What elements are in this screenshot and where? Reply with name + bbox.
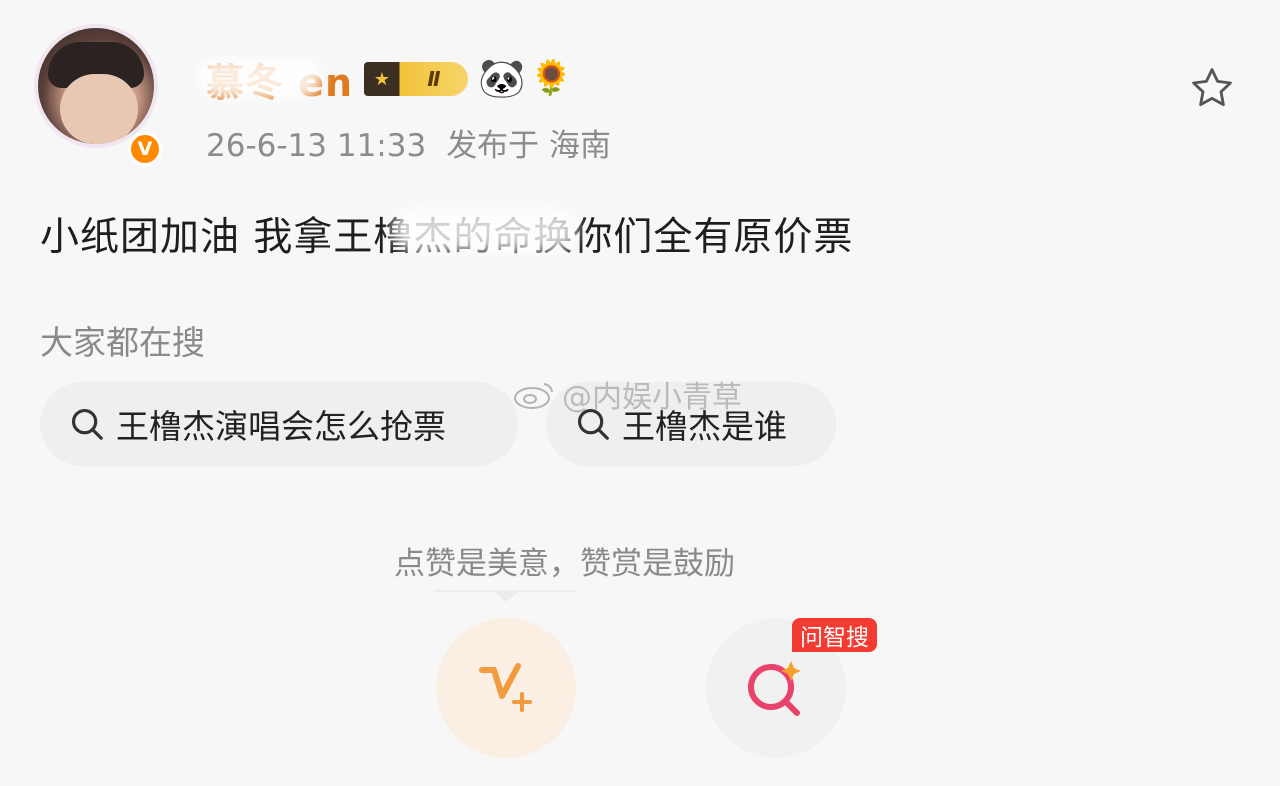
ai-search-tag: 问智搜 — [792, 618, 877, 652]
panda-emoji: 🐼 — [478, 56, 526, 100]
post-card: V 慕冬 en ★ Ⅱ 🐼 🌻 26-6-13 11:33发布于 海南 小纸团加… — [0, 0, 1280, 786]
encourage-text: 点赞是美意，赞赏是鼓励 — [394, 546, 735, 582]
post-time: 26-6-13 11:33 — [206, 128, 427, 164]
search-section-title: 大家都在搜 — [40, 323, 205, 362]
username-blur-mask — [196, 58, 322, 98]
avatar-container[interactable]: V — [34, 24, 166, 166]
badge-star-icon: ★ — [373, 68, 391, 90]
vplus-icon — [479, 663, 532, 712]
favorite-button[interactable] — [1186, 62, 1238, 114]
level-badge[interactable]: ★ Ⅱ — [364, 62, 468, 96]
ai-search-icon — [748, 661, 801, 716]
watermark: @内娱小青草 — [512, 372, 742, 416]
text-blur-mask — [392, 208, 578, 252]
vplus-reward-button[interactable] — [436, 618, 576, 758]
divider-caret — [494, 592, 518, 602]
watermark-text: @内娱小青草 — [562, 380, 742, 415]
search-chip-label: 王橹杰演唱会怎么抢票 — [116, 407, 446, 446]
weibo-icon — [514, 383, 553, 409]
level-badge-label: Ⅱ — [427, 67, 441, 91]
verified-icon: V — [128, 132, 162, 166]
post-location: 发布于 海南 — [446, 128, 612, 164]
star-icon — [1192, 68, 1232, 106]
avatar-face — [60, 74, 138, 144]
search-icon — [71, 408, 103, 440]
sunflower-emoji: 🌻 — [530, 58, 573, 98]
search-chip[interactable]: 王橹杰演唱会怎么抢票 — [40, 382, 518, 466]
avatar[interactable] — [34, 24, 158, 148]
post-meta: 26-6-13 11:33 发布于 海南 — [206, 120, 611, 165]
